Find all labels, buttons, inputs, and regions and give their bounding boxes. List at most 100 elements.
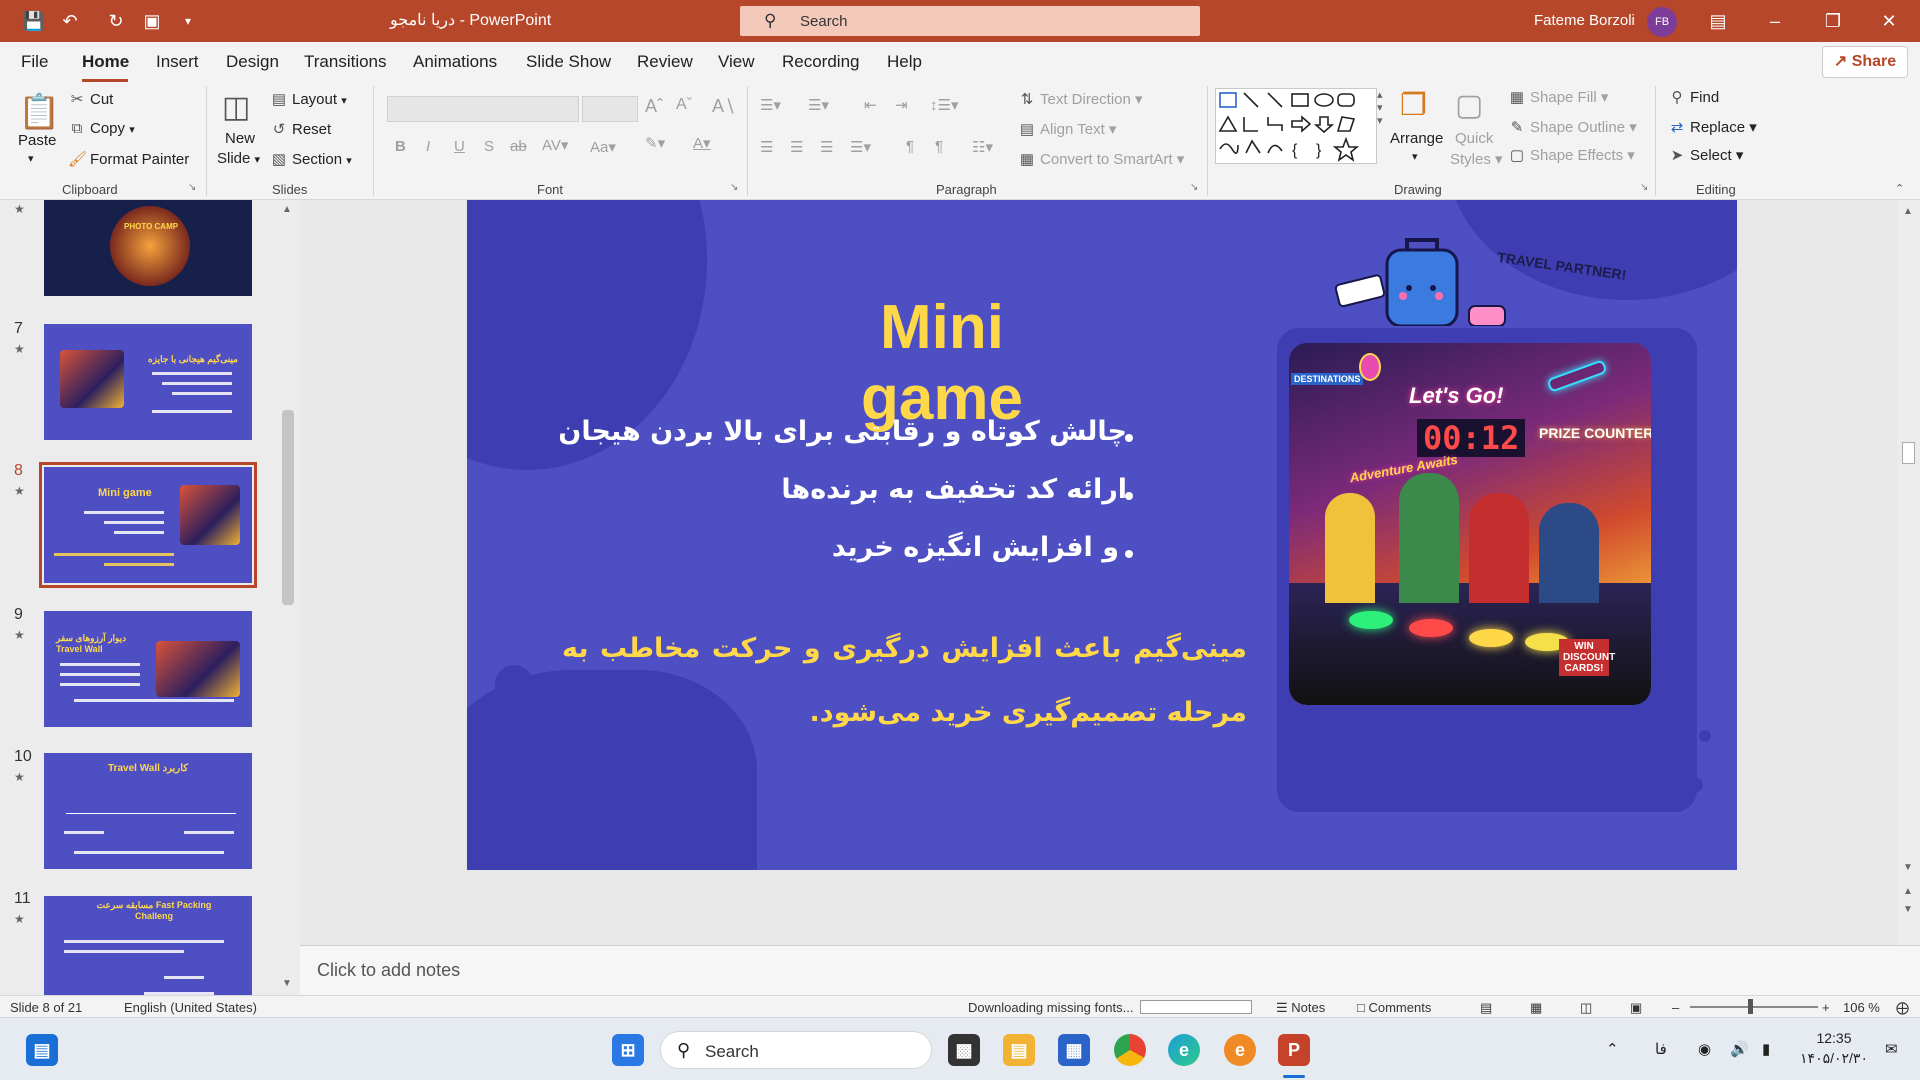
tab-home[interactable]: Home (82, 52, 129, 72)
input-language[interactable]: فا (1655, 1040, 1667, 1058)
shadow-icon[interactable]: S (484, 138, 494, 155)
arrange-icon[interactable]: ❐ (1400, 88, 1427, 123)
shape-fill-button[interactable]: ▦ Shape Fill ▾ (1508, 88, 1609, 106)
ribbon-display-icon[interactable]: ▤ (1703, 9, 1733, 33)
tab-design[interactable]: Design (226, 52, 279, 72)
close-icon[interactable]: ✕ (1874, 9, 1904, 33)
tab-view[interactable]: View (718, 52, 755, 72)
select-button[interactable]: ➤ Select ▾ (1668, 146, 1744, 164)
font-color-icon[interactable]: A▾ (693, 134, 711, 152)
layout-button[interactable]: ▤ Layout ▾ (270, 90, 347, 108)
tab-help[interactable]: Help (887, 52, 922, 72)
taskbar-search[interactable]: ⚲ Search (660, 1031, 932, 1069)
avatar[interactable]: FB (1647, 7, 1677, 37)
bold-icon[interactable]: B (395, 138, 406, 155)
zoom-in-icon[interactable]: + (1822, 1000, 1830, 1015)
bullet-text-1[interactable]: چالش کوتاه و رقابتی برای بالا بردن هیجان (558, 416, 1127, 447)
notes-button[interactable]: ☰ Notes (1276, 1000, 1325, 1016)
strikethrough-icon[interactable]: ab (510, 138, 527, 155)
italic-icon[interactable]: I (426, 138, 430, 155)
font-name-box[interactable] (387, 96, 579, 122)
zoom-out-icon[interactable]: – (1672, 1000, 1679, 1015)
comments-button[interactable]: □ Comments (1357, 1000, 1431, 1015)
arrange-dropdown-icon[interactable]: ▾ (1412, 150, 1418, 163)
slide-scrollbar[interactable]: ▲ ▼ ▲ ▼ (1897, 200, 1920, 945)
save-icon[interactable]: 💾 (22, 9, 46, 33)
chrome-icon[interactable] (1114, 1034, 1146, 1066)
previous-slide-icon[interactable]: ▲ (1903, 886, 1913, 897)
wifi-icon[interactable]: ◉ (1698, 1040, 1711, 1058)
tab-recording[interactable]: Recording (782, 52, 860, 72)
clock[interactable]: 12:35 ۱۴۰۵/۰۲/۳۰ (1794, 1028, 1874, 1068)
find-button[interactable]: ⚲ Find (1668, 88, 1720, 106)
language-indicator[interactable]: English (United States) (124, 1000, 257, 1015)
align-center-icon[interactable]: ☰ (790, 138, 803, 156)
thumbnail-scrollbar[interactable]: ▲ ▼ (278, 200, 298, 995)
battery-icon[interactable]: ▮ (1762, 1040, 1770, 1058)
font-size-box[interactable] (582, 96, 638, 122)
slide-thumbnail-6[interactable]: PHOTO CAMP (44, 200, 252, 296)
rtl-icon[interactable]: ¶ (935, 138, 943, 155)
summary-text[interactable]: مینی‌گیم باعث افزایش درگیری و حرکت مخاطب… (562, 617, 1247, 745)
format-painter-button[interactable]: 🖌 Format Painter (68, 150, 189, 168)
powerpoint-icon[interactable]: P (1278, 1034, 1310, 1066)
volume-icon[interactable]: 🔊 (1730, 1040, 1749, 1058)
reset-button[interactable]: ↺ Reset (270, 120, 331, 138)
slide-sorter-icon[interactable]: ▦ (1530, 1000, 1542, 1016)
search-box[interactable]: ⚲ Search (740, 6, 1200, 36)
slide-thumbnail-8[interactable]: Mini game (39, 462, 257, 588)
minimize-icon[interactable]: – (1760, 9, 1790, 33)
customize-toolbar-icon[interactable]: ▾ (176, 9, 200, 33)
cut-button[interactable]: ✂ Cut (68, 90, 114, 108)
align-right-icon[interactable]: ☰ (820, 138, 833, 156)
scrollbar-thumb[interactable] (1902, 442, 1915, 464)
tab-insert[interactable]: Insert (156, 52, 199, 72)
quick-styles-icon[interactable]: ▢ (1455, 88, 1483, 123)
slideshow-view-icon[interactable]: ▣ (1630, 1000, 1642, 1016)
current-slide[interactable]: Mini game چالش کوتاه و رقابتی برای بالا … (467, 200, 1737, 870)
increase-font-icon[interactable]: Aˆ (645, 96, 663, 117)
next-slide-icon[interactable]: ▼ (1903, 904, 1913, 915)
tab-file[interactable]: File (21, 52, 48, 72)
zoom-slider[interactable] (1690, 1006, 1818, 1008)
numbering-icon[interactable]: ☰▾ (808, 96, 829, 114)
show-hidden-icons[interactable]: ⌃ (1606, 1040, 1619, 1058)
underline-icon[interactable]: U (454, 138, 465, 155)
shape-outline-button[interactable]: ✎ Shape Outline ▾ (1508, 118, 1637, 136)
replace-button[interactable]: ⇄ Replace ▾ (1668, 118, 1757, 136)
shape-effects-button[interactable]: ▢ Shape Effects ▾ (1508, 146, 1635, 164)
collapse-ribbon-icon[interactable]: ⌃ (1895, 182, 1904, 195)
shapes-scroll-icon[interactable]: ▴ ▾ ▾ (1377, 88, 1383, 127)
fit-to-window-icon[interactable]: ⨁ (1896, 1000, 1909, 1016)
paste-button[interactable]: Paste (18, 132, 56, 149)
scroll-down-icon[interactable]: ▼ (1903, 862, 1913, 873)
change-case-button[interactable]: Aa▾ (590, 138, 616, 156)
tab-transitions[interactable]: Transitions (304, 52, 387, 72)
zoom-level[interactable]: 106 % (1843, 1000, 1880, 1015)
user-name[interactable]: Fateme Borzoli (1534, 12, 1635, 29)
scroll-down-icon[interactable]: ▼ (282, 978, 292, 989)
bullet-text-2[interactable]: ارائه کد تخفیف به برنده‌ها (781, 474, 1127, 505)
share-button[interactable]: ↗ Share (1822, 46, 1908, 78)
notes-pane[interactable]: Click to add notes (300, 945, 1920, 995)
slide-title[interactable]: Mini game (792, 292, 1092, 434)
decrease-font-icon[interactable]: Aˇ (676, 96, 692, 114)
tab-review[interactable]: Review (637, 52, 693, 72)
font-launcher-icon[interactable]: ↘ (730, 182, 738, 193)
normal-view-icon[interactable]: ▤ (1480, 1000, 1492, 1016)
clear-formatting-icon[interactable]: A∖ (712, 96, 735, 117)
justify-icon[interactable]: ☰▾ (850, 138, 871, 156)
zoom-slider-thumb[interactable] (1748, 999, 1753, 1014)
maximize-icon[interactable]: ❐ (1818, 9, 1848, 33)
slide-thumbnail-10[interactable]: Travel Wall کاربرد (44, 753, 252, 869)
start-icon[interactable]: ⊞ (612, 1034, 644, 1066)
bullets-icon[interactable]: ☰▾ (760, 96, 781, 114)
columns-icon[interactable]: ☷▾ (972, 138, 993, 156)
scrollbar-thumb[interactable] (282, 410, 294, 605)
new-slide-label-2[interactable]: Slide ▾ (217, 150, 260, 167)
highlight-icon[interactable]: ✎▾ (645, 134, 665, 152)
paste-dropdown-icon[interactable]: ▾ (28, 152, 34, 165)
store-icon[interactable]: ▦ (1058, 1034, 1090, 1066)
edge-icon[interactable]: e (1168, 1034, 1200, 1066)
ltr-icon[interactable]: ¶ (906, 138, 914, 155)
